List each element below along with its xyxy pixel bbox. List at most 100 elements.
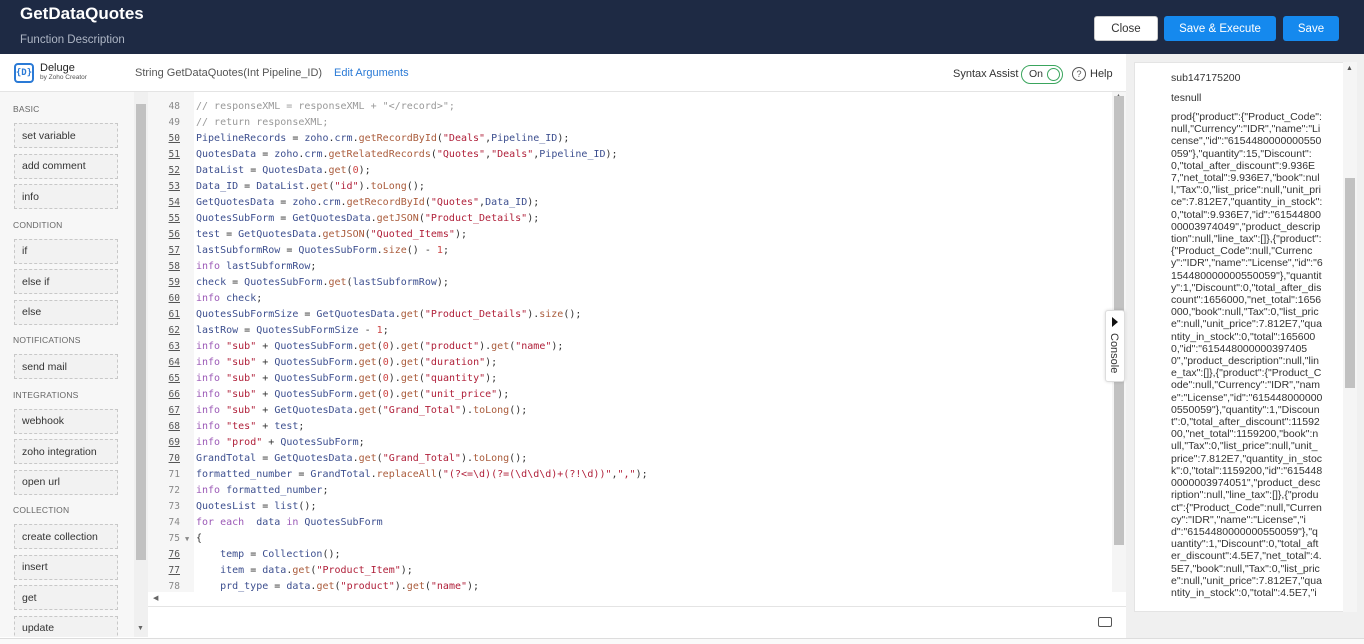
code-text[interactable]: info "sub" + QuotesSubForm.get(0).get("p… (196, 341, 563, 352)
code-line[interactable]: 64 info "sub" + QuotesSubForm.get(0).get(… (148, 357, 1112, 373)
code-line[interactable]: 60 info check; (148, 293, 1112, 309)
line-number[interactable]: 76 (148, 549, 180, 560)
console-scrollbar[interactable]: ▲ (1343, 62, 1357, 612)
code-text[interactable]: prd_type = data.get("product").get("name… (196, 581, 479, 592)
code-line[interactable]: 71 formatted_number = GrandTotal.replaceA… (148, 469, 1112, 485)
line-number[interactable]: 77 (148, 565, 180, 576)
help-link[interactable]: Help (1090, 68, 1113, 80)
snippet-zoho-integration[interactable]: zoho integration (14, 439, 118, 464)
snippet-create-collection[interactable]: create collection (14, 524, 118, 549)
edit-arguments-link[interactable]: Edit Arguments (334, 67, 409, 79)
code-line[interactable]: 68 info "tes" + test; (148, 421, 1112, 437)
line-number[interactable]: 70 (148, 453, 180, 464)
line-number[interactable]: 58 (148, 261, 180, 272)
syntax-assist-toggle[interactable]: On (1021, 65, 1063, 84)
line-number[interactable]: 61 (148, 309, 180, 320)
line-number[interactable]: 60 (148, 293, 180, 304)
editor-horizontal-scrollbar[interactable]: ◀ (148, 592, 1112, 606)
snippet-else[interactable]: else (14, 299, 118, 325)
code-text[interactable]: formatted_number = GrandTotal.replaceAll… (196, 469, 648, 480)
code-text[interactable]: GetQuotesData = zoho.crm.getRecordById("… (196, 197, 539, 208)
code-line[interactable]: 49 // return responseXML; (148, 117, 1112, 133)
code-text[interactable]: QuotesSubFormSize = GetQuotesData.get("P… (196, 309, 581, 320)
code-text[interactable]: { (196, 533, 202, 544)
sidebar-scrollbar[interactable]: ▼ (134, 92, 148, 637)
line-number[interactable]: 50 (148, 133, 180, 144)
code-text[interactable]: DataList = QuotesData.get(0); (196, 165, 371, 176)
code-text[interactable]: lastRow = QuotesSubFormSize - 1; (196, 325, 389, 336)
code-text[interactable]: Data_ID = DataList.get("id").toLong(); (196, 181, 425, 192)
code-line[interactable]: 78 prd_type = data.get("product").get("n… (148, 581, 1112, 592)
line-number[interactable]: 64 (148, 357, 180, 368)
code-text[interactable]: info "tes" + test; (196, 421, 304, 432)
snippet-add-comment[interactable]: add comment (14, 153, 118, 179)
code-text[interactable]: item = data.get("Product_Item"); (196, 565, 413, 576)
save-button[interactable]: Save (1283, 16, 1339, 41)
code-text[interactable]: info formatted_number; (196, 485, 328, 496)
snippet-webhook[interactable]: webhook (14, 408, 118, 434)
code-line[interactable]: 53 Data_ID = DataList.get("id").toLong(); (148, 181, 1112, 197)
code-line[interactable]: 54 GetQuotesData = zoho.crm.getRecordById… (148, 197, 1112, 213)
code-line[interactable]: 63 info "sub" + QuotesSubForm.get(0).get(… (148, 341, 1112, 357)
snippet-insert[interactable]: insert (14, 554, 118, 580)
code-line[interactable]: 50 PipelineRecords = zoho.crm.getRecordBy… (148, 133, 1112, 149)
line-number[interactable]: 55 (148, 213, 180, 224)
code-line[interactable]: 57 lastSubformRow = QuotesSubForm.size() … (148, 245, 1112, 261)
snippet-set-variable[interactable]: set variable (14, 123, 118, 148)
code-text[interactable]: lastSubformRow = QuotesSubForm.size() - … (196, 245, 449, 256)
code-line[interactable]: 62 lastRow = QuotesSubFormSize - 1; (148, 325, 1112, 341)
line-number[interactable]: 66 (148, 389, 180, 400)
code-text[interactable]: QuotesData = zoho.crm.getRelatedRecords(… (196, 149, 618, 160)
code-text[interactable]: check = QuotesSubForm.get(lastSubformRow… (196, 277, 449, 288)
snippet-open-url[interactable]: open url (14, 469, 118, 495)
code-line[interactable]: 52 DataList = QuotesData.get(0); (148, 165, 1112, 181)
line-number[interactable]: 62 (148, 325, 180, 336)
snippet-update[interactable]: update (14, 615, 118, 637)
code-line[interactable]: 55 QuotesSubForm = GetQuotesData.getJSON(… (148, 213, 1112, 229)
code-text[interactable]: info lastSubformRow; (196, 261, 316, 272)
console-scroll-thumb[interactable] (1345, 178, 1355, 388)
code-line[interactable]: 72 info formatted_number; (148, 485, 1112, 501)
code-line[interactable]: 67 info "sub" + GetQuotesData.get("Grand_… (148, 405, 1112, 421)
code-line[interactable]: 58 info lastSubformRow; (148, 261, 1112, 277)
code-line[interactable]: 65 info "sub" + QuotesSubForm.get(0).get(… (148, 373, 1112, 389)
scroll-down-arrow-icon[interactable]: ▼ (137, 625, 144, 632)
snippet-get[interactable]: get (14, 585, 118, 610)
code-text[interactable]: info check; (196, 293, 262, 304)
line-number[interactable]: 57 (148, 245, 180, 256)
code-line[interactable]: 69 info "prod" + QuotesSubForm; (148, 437, 1112, 453)
scroll-up-arrow-icon[interactable]: ▲ (1346, 65, 1353, 72)
line-number[interactable]: 68 (148, 421, 180, 432)
console-toggle-tab[interactable]: Console (1105, 310, 1125, 382)
code-text[interactable]: QuotesSubForm = GetQuotesData.getJSON("P… (196, 213, 539, 224)
line-number[interactable]: 63 (148, 341, 180, 352)
code-text[interactable]: PipelineRecords = zoho.crm.getRecordById… (196, 133, 569, 144)
code-text[interactable]: info "sub" + QuotesSubForm.get(0).get("u… (196, 389, 509, 400)
code-line[interactable]: 66 info "sub" + QuotesSubForm.get(0).get(… (148, 389, 1112, 405)
code-text[interactable]: // responseXML = responseXML + "</record… (196, 101, 455, 112)
line-number[interactable]: 67 (148, 405, 180, 416)
code-text[interactable]: info "sub" + GetQuotesData.get("Grand_To… (196, 405, 527, 416)
code-text[interactable]: QuotesList = list(); (196, 501, 316, 512)
scroll-left-arrow-icon[interactable]: ◀ (153, 594, 158, 602)
line-number[interactable]: 54 (148, 197, 180, 208)
close-button[interactable]: Close (1094, 16, 1158, 41)
line-number[interactable]: 51 (148, 149, 180, 160)
code-line[interactable]: 75 ▼ { (148, 533, 1112, 549)
line-number[interactable]: 53 (148, 181, 180, 192)
code-text[interactable]: temp = Collection(); (196, 549, 340, 560)
code-text[interactable]: info "sub" + QuotesSubForm.get(0).get("q… (196, 373, 497, 384)
function-description[interactable]: Function Description (20, 34, 125, 46)
code-line[interactable]: 77 item = data.get("Product_Item"); (148, 565, 1112, 581)
code-line[interactable]: 70 GrandTotal = GetQuotesData.get("Grand_… (148, 453, 1112, 469)
line-number[interactable]: 56 (148, 229, 180, 240)
code-line[interactable]: 59 check = QuotesSubForm.get(lastSubformR… (148, 277, 1112, 293)
code-line[interactable]: 51 QuotesData = zoho.crm.getRelatedRecord… (148, 149, 1112, 165)
code-line[interactable]: 48 // responseXML = responseXML + "</reco… (148, 101, 1112, 117)
line-number[interactable]: 65 (148, 373, 180, 384)
sidebar-scroll-thumb[interactable] (136, 104, 146, 560)
code-line[interactable]: 74 for each data in QuotesSubForm (148, 517, 1112, 533)
snippet-else-if[interactable]: else if (14, 269, 118, 294)
code-text[interactable]: for each data in QuotesSubForm (196, 517, 383, 528)
snippet-if[interactable]: if (14, 238, 118, 264)
